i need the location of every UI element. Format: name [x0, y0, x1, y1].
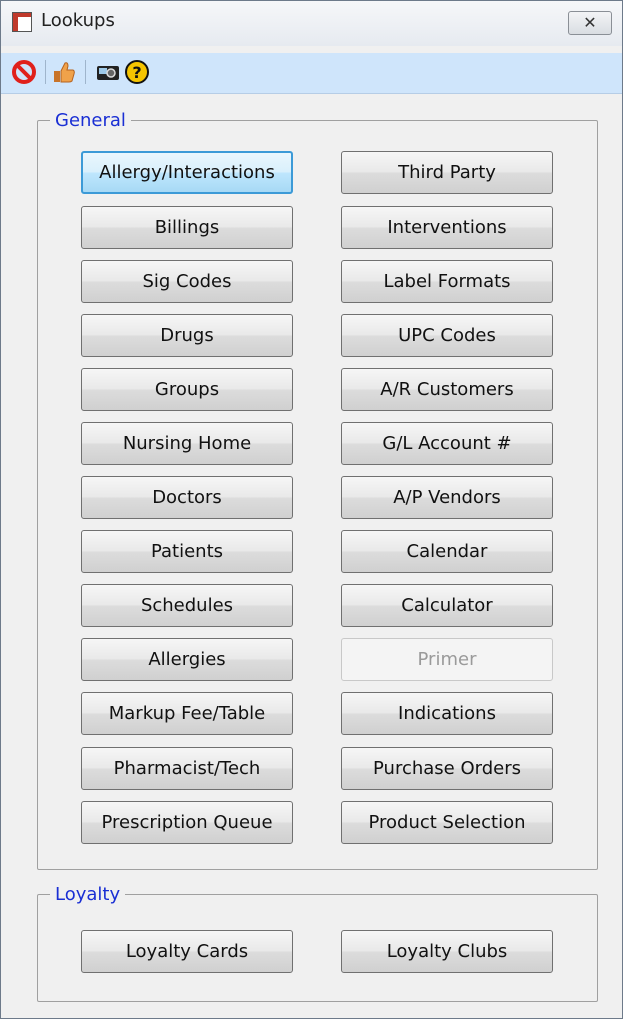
- allergy-interactions-button[interactable]: Allergy/Interactions: [81, 151, 293, 194]
- cancel-icon[interactable]: [11, 59, 37, 85]
- calendar-button[interactable]: Calendar: [341, 530, 553, 573]
- drugs-button[interactable]: Drugs: [81, 314, 293, 357]
- ar-customers-button[interactable]: A/R Customers: [341, 368, 553, 411]
- gl-account-button[interactable]: G/L Account #: [341, 422, 553, 465]
- patients-button[interactable]: Patients: [81, 530, 293, 573]
- title-bar: Lookups ✕: [1, 1, 622, 46]
- toolbar-separator: [85, 60, 86, 84]
- groups-button[interactable]: Groups: [81, 368, 293, 411]
- pharmacist-tech-button[interactable]: Pharmacist/Tech: [81, 747, 293, 790]
- toolbar: ?: [1, 53, 622, 94]
- loyalty-clubs-button[interactable]: Loyalty Clubs: [341, 930, 553, 973]
- camera-icon[interactable]: [95, 59, 121, 85]
- third-party-button[interactable]: Third Party: [341, 151, 553, 194]
- svg-text:?: ?: [132, 63, 141, 82]
- indications-button[interactable]: Indications: [341, 692, 553, 735]
- loyalty-cards-button[interactable]: Loyalty Cards: [81, 930, 293, 973]
- ap-vendors-button[interactable]: A/P Vendors: [341, 476, 553, 519]
- close-button[interactable]: ✕: [568, 11, 612, 35]
- prescription-queue-button[interactable]: Prescription Queue: [81, 801, 293, 844]
- doctors-button[interactable]: Doctors: [81, 476, 293, 519]
- nursing-home-button[interactable]: Nursing Home: [81, 422, 293, 465]
- billings-button[interactable]: Billings: [81, 206, 293, 249]
- window-title: Lookups: [41, 10, 115, 31]
- schedules-button[interactable]: Schedules: [81, 584, 293, 627]
- app-window-icon: [12, 12, 32, 32]
- product-selection-button[interactable]: Product Selection: [341, 801, 553, 844]
- loyalty-legend: Loyalty: [55, 884, 121, 905]
- toolbar-separator: [45, 60, 46, 84]
- lookups-window: Lookups ✕ ? General Allergy/Interactions…: [0, 0, 623, 1019]
- thumbs-up-icon[interactable]: [51, 59, 77, 85]
- help-icon[interactable]: ?: [124, 59, 150, 85]
- calculator-button[interactable]: Calculator: [341, 584, 553, 627]
- sig-codes-button[interactable]: Sig Codes: [81, 260, 293, 303]
- interventions-button[interactable]: Interventions: [341, 206, 553, 249]
- label-formats-button[interactable]: Label Formats: [341, 260, 553, 303]
- markup-fee-table-button[interactable]: Markup Fee/Table: [81, 692, 293, 735]
- upc-codes-button[interactable]: UPC Codes: [341, 314, 553, 357]
- primer-button[interactable]: Primer: [341, 638, 553, 681]
- allergies-button[interactable]: Allergies: [81, 638, 293, 681]
- purchase-orders-button[interactable]: Purchase Orders: [341, 747, 553, 790]
- general-legend: General: [55, 110, 126, 131]
